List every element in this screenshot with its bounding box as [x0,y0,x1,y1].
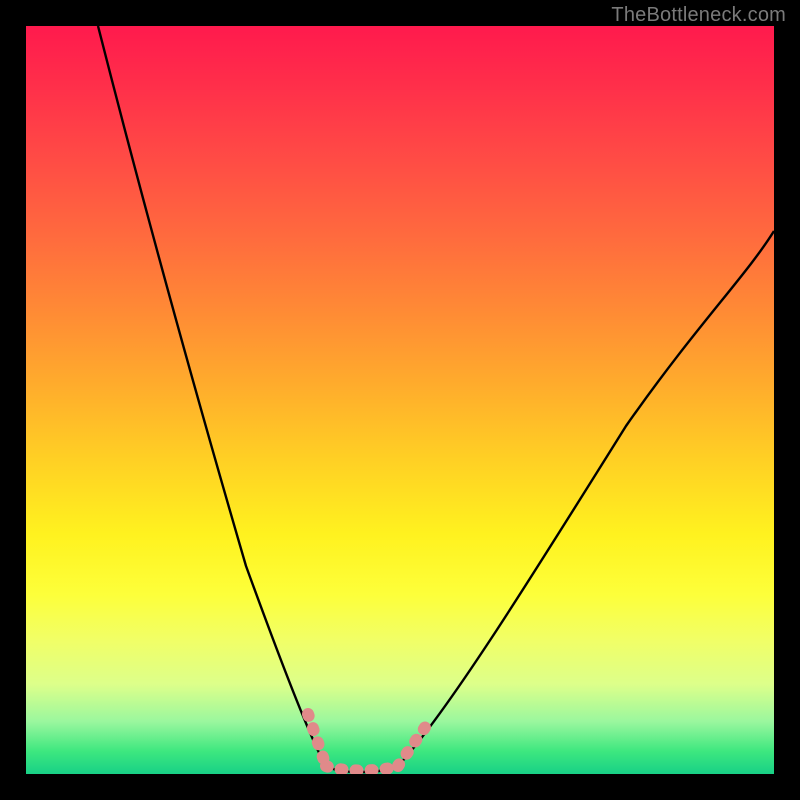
marker-bottom [326,766,398,771]
marker-left [308,714,326,766]
chart-frame: TheBottleneck.com [0,0,800,800]
bottleneck-curve-svg [26,26,774,774]
curve-left [98,26,326,766]
watermark-text: TheBottleneck.com [611,4,786,27]
marker-right [398,726,426,766]
curve-right [398,231,774,766]
plot-area [26,26,774,774]
